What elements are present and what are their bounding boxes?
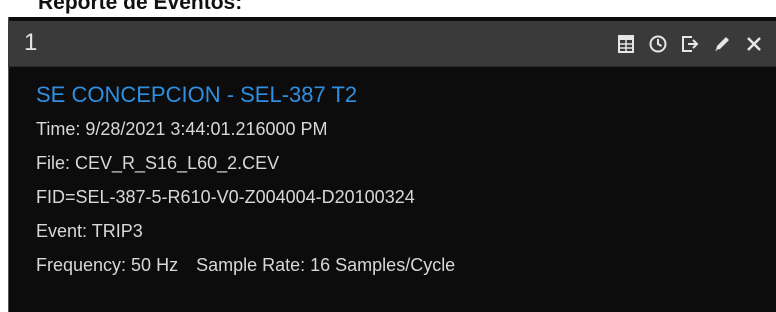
event-type: Event: TRIP3: [36, 221, 143, 241]
edit-icon: [715, 37, 729, 51]
event-details: SE CONCEPCION - SEL-387 T2 Time: 9/28/20…: [36, 82, 455, 287]
event-sample-rate: Sample Rate: 16 Samples/Cycle: [196, 255, 456, 275]
event-file: File: CEV_R_S16_L60_2.CEV: [36, 153, 280, 173]
close-icon: [747, 37, 761, 51]
event-title[interactable]: SE CONCEPCION - SEL-387 T2: [36, 82, 455, 108]
event-frequency: Frequency: 50 Hz: [36, 255, 179, 275]
panel-number: 1: [24, 29, 38, 56]
event-fid: FID=SEL-387-5-R610-V0-Z004004-D20100324: [36, 187, 415, 207]
panel-toolbar: [612, 21, 768, 67]
export-icon: [682, 36, 699, 52]
history-button[interactable]: [644, 29, 672, 59]
table-button[interactable]: [612, 29, 640, 59]
event-time: Time: 9/28/2021 3:44:01.216000 PM: [36, 119, 328, 139]
edit-button[interactable]: [708, 29, 736, 59]
table-icon: [618, 35, 634, 53]
page-heading: Reporte de Eventos:: [38, 0, 243, 14]
close-button[interactable]: [740, 29, 768, 59]
export-button[interactable]: [676, 29, 704, 59]
panel-header: 1: [8, 21, 776, 67]
event-sampling: Frequency: 50 Hz Sample Rate: 16 Samples/…: [36, 253, 455, 277]
clock-icon: [649, 35, 667, 53]
